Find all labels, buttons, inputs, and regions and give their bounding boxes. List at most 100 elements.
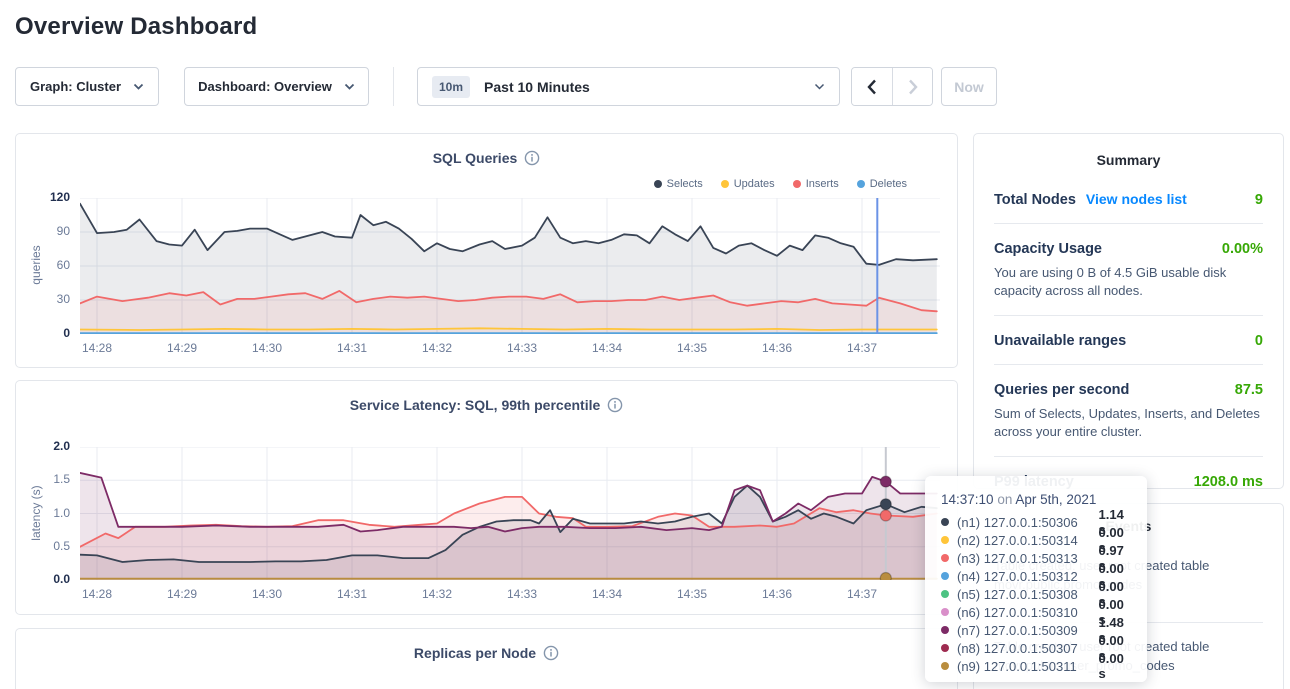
node-label: (n1) 127.0.0.1:50306 bbox=[957, 515, 1093, 530]
hover-dot bbox=[880, 510, 891, 521]
chart-title: Service Latency: SQL, 99th percentile bbox=[16, 397, 957, 413]
x-tick-label: 14:30 bbox=[239, 587, 295, 601]
legend-label: Updates bbox=[734, 178, 775, 190]
summary-row-total-nodes: Total Nodes View nodes list 9 bbox=[994, 174, 1263, 224]
series-dot-icon bbox=[941, 536, 949, 544]
x-tick-label: 14:33 bbox=[494, 341, 550, 355]
hover-dot bbox=[880, 499, 891, 510]
chart-title-text: Replicas per Node bbox=[414, 645, 536, 661]
tooltip-on: on bbox=[997, 492, 1012, 507]
x-tick-label: 14:32 bbox=[409, 341, 465, 355]
node-label: (n9) 127.0.0.1:50311 bbox=[957, 659, 1093, 674]
node-label: (n5) 127.0.0.1:50308 bbox=[957, 587, 1093, 602]
x-tick-label: 14:37 bbox=[834, 341, 890, 355]
summary-label: Unavailable ranges bbox=[994, 333, 1126, 349]
x-tick-label: 14:30 bbox=[239, 341, 295, 355]
hover-dot bbox=[880, 476, 891, 487]
time-range-label: Past 10 Minutes bbox=[484, 79, 814, 95]
replicas-per-node-chart-card: Replicas per Node bbox=[15, 628, 958, 689]
summary-label: Capacity Usage bbox=[994, 241, 1102, 257]
summary-row-unavailable-ranges: Unavailable ranges 0 bbox=[994, 316, 1263, 365]
summary-title: Summary bbox=[994, 152, 1263, 168]
node-label: (n8) 127.0.0.1:50307 bbox=[957, 641, 1093, 656]
next-time-button[interactable] bbox=[892, 68, 932, 105]
view-nodes-link[interactable]: View nodes list bbox=[1086, 191, 1187, 207]
legend-item[interactable]: Selects bbox=[654, 178, 703, 190]
chart-title-text: Service Latency: SQL, 99th percentile bbox=[350, 397, 601, 413]
x-tick-label: 14:32 bbox=[409, 587, 465, 601]
time-range-picker[interactable]: 10m Past 10 Minutes bbox=[417, 67, 840, 106]
legend-item[interactable]: Updates bbox=[721, 178, 775, 190]
series-dot-icon bbox=[941, 626, 949, 634]
series-dot-icon bbox=[941, 554, 949, 562]
chart-legend: Selects Updates Inserts Deletes bbox=[654, 178, 907, 190]
series-dot-icon bbox=[941, 662, 949, 670]
chevron-right-icon bbox=[908, 79, 918, 95]
info-icon[interactable] bbox=[524, 150, 540, 166]
tooltip-rows: (n1) 127.0.0.1:503061.14 s(n2) 127.0.0.1… bbox=[941, 513, 1133, 675]
y-tick-label: 0.0 bbox=[22, 572, 70, 586]
info-icon[interactable] bbox=[543, 645, 559, 661]
series-dot-icon bbox=[941, 518, 949, 526]
series-dot-icon bbox=[941, 590, 949, 598]
summary-row-qps: Queries per second 87.5 Sum of Selects, … bbox=[994, 365, 1263, 457]
summary-label: Queries per second bbox=[994, 382, 1129, 398]
summary-value: 87.5 bbox=[1235, 382, 1263, 398]
graph-dropdown[interactable]: Graph: Cluster bbox=[15, 67, 159, 106]
dashboard-dropdown[interactable]: Dashboard: Overview bbox=[184, 67, 369, 106]
page-title: Overview Dashboard bbox=[15, 13, 257, 41]
tooltip-date: Apr 5th, 2021 bbox=[1015, 492, 1096, 507]
x-tick-label: 14:29 bbox=[154, 587, 210, 601]
overview-dashboard-page: Overview Dashboard Graph: Cluster Dashbo… bbox=[0, 0, 1290, 689]
y-axis-unit-label: latency (s) bbox=[29, 453, 43, 573]
legend-item[interactable]: Deletes bbox=[857, 178, 907, 190]
chevron-down-icon bbox=[814, 83, 825, 90]
x-tick-label: 14:34 bbox=[579, 341, 635, 355]
x-tick-label: 14:36 bbox=[749, 341, 805, 355]
tooltip-row: (n9) 127.0.0.1:503110.00 s bbox=[941, 657, 1133, 675]
chevron-down-icon bbox=[344, 83, 355, 90]
chart-plot[interactable] bbox=[80, 447, 940, 580]
summary-label: Total Nodes bbox=[994, 192, 1076, 208]
series-dot-icon bbox=[941, 608, 949, 616]
x-tick-label: 14:35 bbox=[664, 587, 720, 601]
summary-row-capacity: Capacity Usage 0.00% You are using 0 B o… bbox=[994, 224, 1263, 316]
legend-label: Inserts bbox=[806, 178, 839, 190]
now-button[interactable]: Now bbox=[941, 67, 997, 106]
x-tick-label: 14:31 bbox=[324, 587, 380, 601]
x-tick-label: 14:28 bbox=[69, 341, 125, 355]
summary-value: 0 bbox=[1255, 333, 1263, 349]
info-icon[interactable] bbox=[607, 397, 623, 413]
node-label: (n3) 127.0.0.1:50313 bbox=[957, 551, 1093, 566]
time-range-badge: 10m bbox=[432, 76, 470, 98]
service-latency-chart-card: Service Latency: SQL, 99th percentile 0.… bbox=[15, 380, 958, 615]
prev-time-button[interactable] bbox=[852, 68, 892, 105]
chart-plot[interactable] bbox=[80, 198, 940, 334]
toolbar-divider bbox=[393, 67, 394, 106]
series-dot-icon bbox=[941, 572, 949, 580]
graph-dropdown-label: Graph: Cluster bbox=[30, 79, 121, 94]
y-tick-label: 120 bbox=[22, 190, 70, 204]
y-tick-label: 2.0 bbox=[22, 439, 70, 453]
chevron-down-icon bbox=[133, 83, 144, 90]
summary-value: 9 bbox=[1255, 192, 1263, 208]
x-tick-label: 14:34 bbox=[579, 587, 635, 601]
x-tick-label: 14:33 bbox=[494, 587, 550, 601]
legend-label: Selects bbox=[667, 178, 703, 190]
time-nav-buttons bbox=[851, 67, 933, 106]
chevron-left-icon bbox=[867, 79, 877, 95]
x-tick-label: 14:28 bbox=[69, 587, 125, 601]
node-label: (n4) 127.0.0.1:50312 bbox=[957, 569, 1093, 584]
legend-dot-icon bbox=[857, 180, 865, 188]
tooltip-header: 14:37:10 on Apr 5th, 2021 bbox=[941, 492, 1133, 507]
now-button-label: Now bbox=[954, 79, 984, 95]
legend-item[interactable]: Inserts bbox=[793, 178, 839, 190]
chart-title: SQL Queries bbox=[16, 150, 957, 166]
chart-title-text: SQL Queries bbox=[433, 150, 518, 166]
chart-title: Replicas per Node bbox=[16, 645, 957, 661]
x-tick-label: 14:29 bbox=[154, 341, 210, 355]
node-label: (n6) 127.0.0.1:50310 bbox=[957, 605, 1093, 620]
summary-desc: You are using 0 B of 4.5 GiB usable disk… bbox=[994, 264, 1263, 300]
x-tick-label: 14:37 bbox=[834, 587, 890, 601]
sql-queries-chart-card: SQL Queries Selects Updates Inserts Deletes… bbox=[15, 133, 958, 368]
